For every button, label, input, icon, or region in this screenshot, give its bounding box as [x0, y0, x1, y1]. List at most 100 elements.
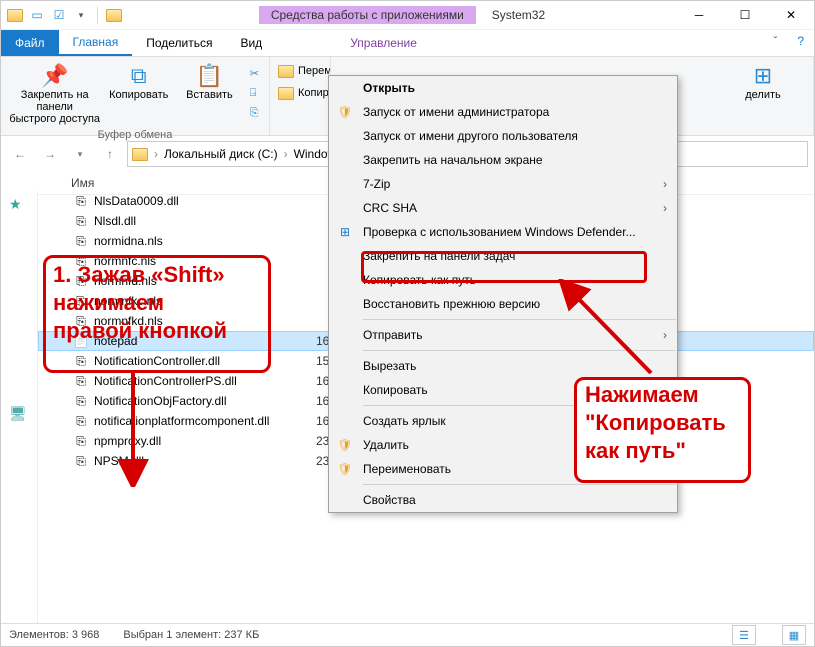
menu-item[interactable]: Вырезать	[329, 354, 677, 378]
file-icon: ⎘	[72, 233, 90, 249]
cut-icon: ✂	[250, 67, 259, 80]
menu-separator	[363, 350, 676, 351]
copy-icon: ⧉	[131, 63, 147, 89]
close-button[interactable]: ✕	[768, 1, 814, 29]
copy-path-button[interactable]: ⍈	[246, 83, 263, 103]
copy-path-icon: ⍈	[250, 87, 257, 100]
file-icon: ⎘	[72, 213, 90, 229]
menu-item-label: Запуск от имени администратора	[363, 105, 549, 119]
quick-access-icon[interactable]: ★	[9, 196, 29, 213]
shield-icon: 🛡	[337, 462, 353, 476]
file-icon: ⎘	[72, 413, 90, 429]
annotation-text: 1. Зажав «Shift» нажимаем правой кнопкой	[53, 261, 227, 345]
shield-icon: 🛡	[337, 438, 353, 452]
minimize-button[interactable]: ─	[676, 1, 722, 29]
file-icon: ⎘	[72, 433, 90, 449]
folder-icon	[278, 87, 294, 100]
qat-dropdown-icon[interactable]: ▾	[73, 7, 89, 23]
maximize-button[interactable]: ☐	[722, 1, 768, 29]
copy-button[interactable]: ⧉ Копировать	[104, 61, 173, 101]
tab-home[interactable]: Главная	[59, 30, 133, 56]
file-name: npmproxy.dll	[94, 434, 316, 448]
menu-item-label: Восстановить прежнюю версию	[363, 297, 540, 311]
view-details-button[interactable]: ☰	[732, 625, 756, 645]
chevron-right-icon[interactable]: ›	[284, 147, 288, 161]
file-name: Nlsdl.dll	[94, 214, 316, 228]
file-name: NotificationControllerPS.dll	[94, 374, 316, 388]
menu-item-label: CRC SHA	[363, 201, 417, 215]
menu-item-label: Вырезать	[363, 359, 416, 373]
file-icon: ⎘	[72, 393, 90, 409]
forward-button[interactable]: →	[37, 141, 63, 167]
file-name: NlsData0009.dll	[94, 194, 316, 208]
file-name: NPSM.dll	[94, 454, 316, 468]
qat-folder-icon[interactable]	[106, 7, 122, 23]
chevron-right-icon[interactable]: ›	[154, 147, 158, 161]
menu-item[interactable]: Открыть	[329, 76, 677, 100]
menu-item-label: Проверка с использованием Windows Defend…	[363, 225, 636, 239]
menu-item-label: Запуск от имени другого пользователя	[363, 129, 578, 143]
paste-icon: 📋	[196, 63, 223, 89]
menu-item-label: Свойства	[363, 493, 416, 507]
folder-icon	[278, 65, 294, 78]
contextual-tab-label: Средства работы с приложениями	[259, 6, 476, 24]
separator	[97, 6, 98, 24]
tab-view[interactable]: Вид	[226, 30, 276, 56]
drive-icon	[132, 148, 148, 161]
menu-item[interactable]: Свойства	[329, 488, 677, 512]
copy-to-button[interactable]: Копир	[274, 83, 331, 103]
back-button[interactable]: ←	[7, 141, 33, 167]
tab-share[interactable]: Поделиться	[132, 30, 226, 56]
ribbon-collapse-icon[interactable]: ˇ	[763, 30, 787, 56]
select-icon: ⊞	[754, 63, 772, 89]
menu-item[interactable]: CRC SHA›	[329, 196, 677, 220]
chevron-right-icon: ›	[663, 328, 667, 342]
menu-item-label: Закрепить на начальном экране	[363, 153, 543, 167]
ribbon-tabs: Файл Главная Поделиться Вид Управление ˇ…	[1, 30, 814, 57]
move-to-button[interactable]: Перем	[274, 61, 331, 81]
tab-manage[interactable]: Управление	[336, 30, 431, 56]
file-name: NotificationObjFactory.dll	[94, 394, 316, 408]
menu-item-label: Отправить	[363, 328, 423, 342]
explorer-window: ▭ ☑ ▾ Средства работы с приложениями Sys…	[0, 0, 815, 647]
menu-item[interactable]: Запуск от имени другого пользователя	[329, 124, 677, 148]
menu-item-label: Переименовать	[363, 462, 451, 476]
file-name: notificationplatformcomponent.dll	[94, 414, 316, 428]
up-button[interactable]: ↑	[97, 141, 123, 167]
select-button[interactable]: ⊞ делить	[727, 61, 799, 101]
menu-item[interactable]: Отправить ›	[329, 323, 677, 347]
qat-properties-icon[interactable]: ▭	[29, 7, 45, 23]
help-icon[interactable]: ?	[787, 30, 814, 56]
menu-item[interactable]: 🛡 Запуск от имени администратора	[329, 100, 677, 124]
defender-icon: ⊞	[337, 225, 353, 239]
qat-checkbox-icon[interactable]: ☑	[51, 7, 67, 23]
window-title: System32	[492, 8, 545, 22]
pin-quick-access-button[interactable]: 📌 Закрепить на панели быстрого доступа	[7, 61, 102, 125]
paste-shortcut-button[interactable]: ⎘	[246, 103, 263, 123]
tab-file[interactable]: Файл	[1, 30, 59, 56]
menu-separator	[363, 484, 676, 485]
pin-icon: 📌	[41, 63, 68, 89]
menu-item[interactable]: Закрепить на начальном экране	[329, 148, 677, 172]
title-bar: ▭ ☑ ▾ Средства работы с приложениями Sys…	[1, 1, 814, 30]
menu-item-label: 7-Zip	[363, 177, 390, 191]
status-selection: Выбран 1 элемент: 237 КБ	[123, 629, 259, 641]
quick-access-toolbar: ▭ ☑ ▾	[1, 6, 128, 24]
column-name[interactable]: Имя	[71, 176, 317, 190]
explorer-icon	[7, 7, 23, 23]
shield-icon: 🛡	[337, 105, 353, 119]
paste-button[interactable]: 📋 Вставить	[175, 61, 244, 101]
file-name: normidna.nls	[94, 234, 316, 248]
menu-separator	[363, 319, 676, 320]
file-icon: ⎘	[72, 373, 90, 389]
status-item-count: Элементов: 3 968	[9, 629, 99, 641]
menu-item[interactable]: ⊞ Проверка с использованием Windows Defen…	[329, 220, 677, 244]
view-icons-button[interactable]: ▦	[782, 625, 806, 645]
menu-item[interactable]: 7-Zip›	[329, 172, 677, 196]
cut-button[interactable]: ✂	[246, 63, 263, 83]
this-pc-icon[interactable]: 🖥	[9, 405, 29, 422]
recent-dropdown[interactable]: ▾	[67, 141, 93, 167]
breadcrumb-segment[interactable]: Локальный диск (C:)	[160, 147, 282, 161]
menu-item[interactable]: Восстановить прежнюю версию	[329, 292, 677, 316]
annotation-text: Нажимаем "Копировать как путь"	[585, 381, 726, 465]
